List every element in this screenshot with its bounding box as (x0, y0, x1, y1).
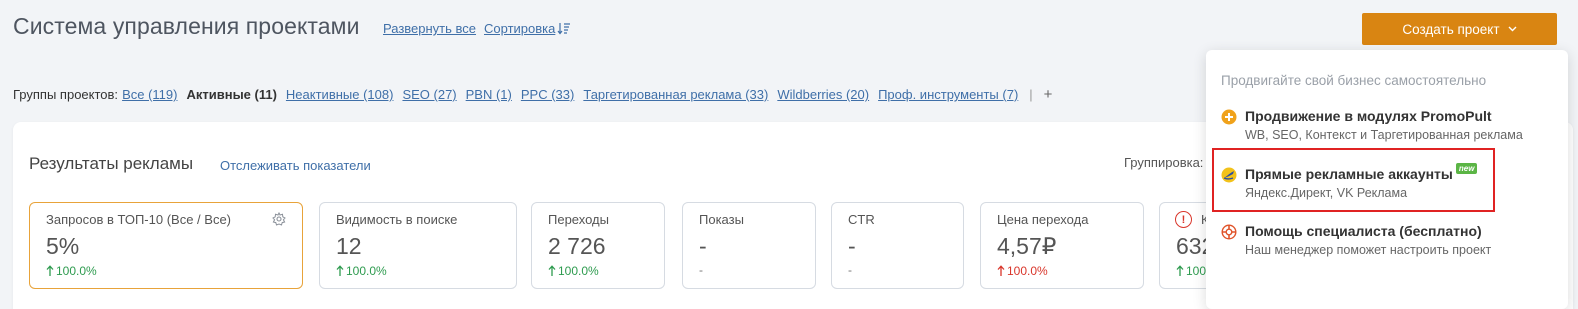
track-metrics-link[interactable]: Отслеживать показатели (220, 158, 371, 173)
dropdown-item-subtitle: Наш менеджер поможет настроить проект (1245, 243, 1492, 257)
lifebuoy-icon (1221, 224, 1237, 240)
metric-label: Запросов в ТОП-10 (Все / Все) (46, 212, 232, 227)
metric-card-impressions[interactable]: Показы - - (682, 202, 816, 289)
metric-value: - (699, 233, 707, 259)
groups-label: Группы проектов: (13, 87, 119, 102)
group-all[interactable]: Все (119) (122, 87, 177, 102)
metric-delta: 100.0% (336, 264, 387, 278)
sort-link[interactable]: Сортировка (484, 21, 555, 36)
results-title: Результаты рекламы (29, 154, 194, 173)
arrow-up-icon (1176, 265, 1184, 276)
chevron-down-icon (1508, 26, 1517, 32)
metric-card-clicks[interactable]: Переходы 2 726 100.0% (531, 202, 665, 289)
metric-delta-value: - (848, 263, 852, 277)
arrow-up-icon (336, 265, 344, 276)
create-project-label: Создать проект (1402, 21, 1500, 37)
metric-value: 5% (46, 233, 80, 259)
metric-card-ctr[interactable]: CTR - - (831, 202, 964, 289)
metric-value: 4,57₽ (997, 233, 1057, 259)
arrow-up-icon (46, 265, 54, 276)
metric-card-cpc[interactable]: Цена перехода 4,57₽ 100.0% (980, 202, 1144, 289)
groups-separator: | (1029, 87, 1033, 102)
metric-delta-value: 100.0% (56, 264, 97, 278)
dropdown-item-title: Помощь специалиста (бесплатно) (1245, 223, 1482, 239)
gear-icon[interactable] (272, 212, 286, 226)
metric-card-visibility[interactable]: Видимость в поиске 12 100.0% (319, 202, 517, 289)
highlight-frame (1212, 148, 1495, 212)
grouping-label: Группировка: (1124, 155, 1204, 170)
metric-delta: 100.0% (997, 264, 1048, 278)
group-inactive[interactable]: Неактивные (108) (286, 87, 394, 102)
metric-card-top10[interactable]: Запросов в ТОП-10 (Все / Все) 5% 100.0% (29, 202, 303, 289)
sort-icon[interactable] (557, 22, 571, 35)
metric-delta-value: 100.0% (1007, 264, 1048, 278)
metric-label: Показы (699, 212, 744, 227)
group-pbn[interactable]: PBN (1) (466, 87, 512, 102)
create-project-button[interactable]: Создать проект (1362, 13, 1557, 45)
metric-label: Видимость в поиске (336, 212, 458, 227)
group-targeted[interactable]: Таргетированная реклама (33) (583, 87, 768, 102)
group-seo[interactable]: SEO (27) (402, 87, 456, 102)
alert-icon: ! (1175, 211, 1192, 228)
metric-label: CTR (848, 212, 875, 227)
add-group-button[interactable]: + (1044, 86, 1053, 103)
metric-delta: 100.0% (46, 264, 97, 278)
plus-circle-icon (1221, 109, 1237, 125)
group-active[interactable]: Активные (11) (186, 87, 276, 102)
dropdown-item-title: Продвижение в модулях PromoPult (1245, 108, 1492, 124)
group-pro-tools[interactable]: Проф. инструменты (7) (878, 87, 1018, 102)
metric-delta: 100.0% (548, 264, 599, 278)
expand-all-link[interactable]: Развернуть все (383, 21, 476, 36)
arrow-up-icon (997, 265, 1005, 276)
page-title: Система управления проектами (13, 13, 360, 39)
metric-value: - (848, 233, 856, 259)
dropdown-item-subtitle: WB, SEO, Контекст и Таргетированная рекл… (1245, 128, 1523, 142)
metric-value: 2 726 (548, 233, 606, 259)
metric-delta-value: - (699, 263, 703, 277)
project-groups-bar: Группы проектов: Все (119) Активные (11)… (13, 86, 1052, 103)
metric-label: Переходы (548, 212, 609, 227)
metric-delta-value: 100.0% (346, 264, 387, 278)
arrow-up-icon (548, 265, 556, 276)
metric-delta-value: 100.0% (558, 264, 599, 278)
metric-value: 12 (336, 233, 362, 259)
dropdown-heading: Продвигайте свой бизнес самостоятельно (1221, 73, 1487, 88)
group-wildberries[interactable]: Wildberries (20) (777, 87, 869, 102)
metric-label: Цена перехода (997, 212, 1089, 227)
group-ppc[interactable]: PPC (33) (521, 87, 574, 102)
